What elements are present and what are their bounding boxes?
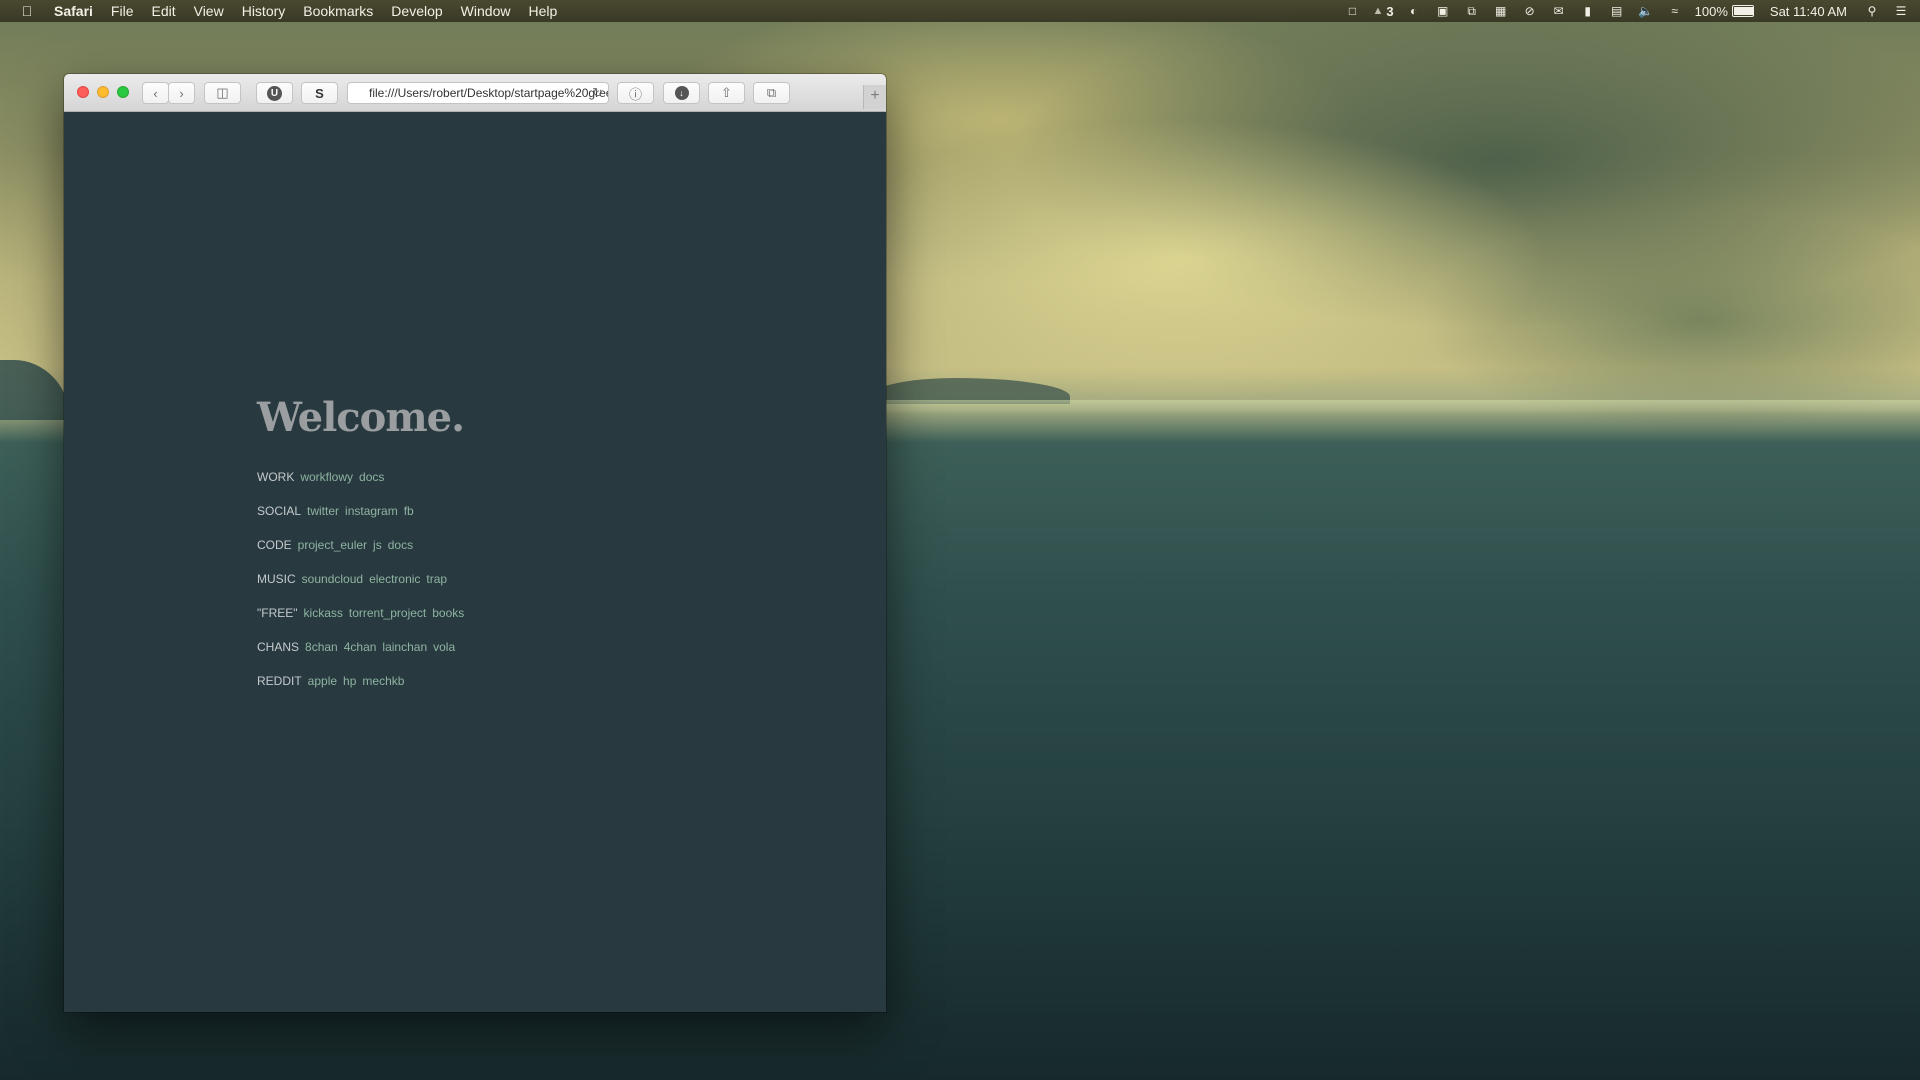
address-bar[interactable]: file:///Users/robert/Desktop/startpage%2… — [347, 82, 609, 104]
extension-s-icon: S — [315, 85, 324, 101]
do-not-disturb-icon[interactable]: ⊘ — [1521, 3, 1539, 19]
info-icon: ⓘ — [628, 86, 642, 102]
link-group-row: SOCIAL twitter instagram fb — [257, 504, 470, 538]
battery-percent[interactable]: 100% — [1695, 4, 1728, 19]
download-icon: ↓ — [674, 86, 689, 100]
bookmark-icon[interactable]: ▮ — [1579, 3, 1597, 19]
bookmark-link[interactable]: workflowy — [300, 470, 353, 484]
link-group-label: MUSIC — [257, 572, 296, 586]
volume-icon[interactable]: 🔈 — [1637, 3, 1655, 19]
bookmark-link[interactable]: project_euler — [298, 538, 367, 552]
wallpaper-horizon — [880, 400, 1920, 414]
link-group-label: WORK — [257, 470, 295, 484]
chevron-right-icon: › — [179, 85, 184, 101]
safari-window: ‹ › ◫ U S file:///Users/robert/Desktop/s… — [64, 74, 886, 1012]
menu-develop[interactable]: Develop — [391, 3, 442, 19]
link-group-label: CHANS — [257, 640, 300, 654]
link-group-row: WORK workflowy docs — [257, 470, 470, 504]
sidebar-icon: ◫ — [216, 85, 229, 100]
menu-help[interactable]: Help — [528, 3, 557, 19]
bookmark-link[interactable]: js — [373, 538, 382, 552]
browser-toolbar: ‹ › ◫ U S file:///Users/robert/Desktop/s… — [64, 74, 886, 112]
bookmark-link[interactable]: mechkb — [362, 674, 404, 688]
link-group-row: REDDIT apple hp mechkb — [257, 674, 470, 708]
bookmark-link[interactable]: electronic — [369, 572, 420, 586]
bookmark-link[interactable]: torrent_project — [349, 606, 426, 620]
link-group-label: SOCIAL — [257, 504, 302, 518]
forward-button[interactable]: › — [168, 82, 195, 104]
link-group-label: CODE — [257, 538, 292, 552]
layers-icon[interactable]: ⧉ — [1463, 3, 1481, 19]
clock[interactable]: Sat 11:40 AM — [1770, 4, 1847, 19]
extension-s-button[interactable]: S — [301, 82, 338, 104]
link-groups: WORK workflowy docs SOCIAL twitter instagram f… — [257, 470, 470, 708]
chevron-left-icon: ‹ — [153, 85, 158, 101]
messages-icon[interactable]: ✉ — [1550, 3, 1568, 19]
bookmark-link[interactable]: docs — [388, 538, 413, 552]
bookmark-link[interactable]: vola — [433, 640, 455, 654]
minimize-button[interactable] — [97, 86, 109, 98]
bookmark-link[interactable]: instagram — [345, 504, 398, 518]
notification-center-icon[interactable]: ☰ — [1892, 3, 1910, 19]
url-text: file:///Users/robert/Desktop/startpage%2… — [369, 86, 609, 100]
zoom-button[interactable] — [117, 86, 129, 98]
spotlight-search-icon[interactable]: ⚲ — [1863, 3, 1881, 19]
wifi-icon[interactable]: ≈ — [1666, 3, 1684, 19]
link-group-row: "FREE" kickass torrent_project books — [257, 606, 470, 640]
menu-edit[interactable]: Edit — [151, 3, 175, 19]
link-group-row: MUSIC soundcloud electronic trap — [257, 572, 470, 606]
bookmark-link[interactable]: lainchan — [382, 640, 427, 654]
bookmark-link[interactable]: 4chan — [344, 640, 377, 654]
bookmark-link[interactable]: 8chan — [305, 640, 338, 654]
tabs-icon: ⧉ — [766, 85, 777, 100]
menu-app-name[interactable]: Safari — [54, 3, 93, 19]
bookmark-link[interactable]: apple — [308, 674, 337, 688]
battery-icon[interactable] — [1731, 5, 1754, 17]
new-tab-button[interactable]: + — [863, 85, 886, 109]
bookmark-link[interactable]: docs — [359, 470, 384, 484]
menu-history[interactable]: History — [242, 3, 286, 19]
link-group-label: REDDIT — [257, 674, 302, 688]
bookmark-link[interactable]: hp — [343, 674, 356, 688]
battery-level-fill — [1733, 7, 1753, 15]
extension-u-button[interactable]: U — [256, 82, 293, 104]
link-group-row: CODE project_euler js docs — [257, 538, 470, 572]
bookmark-link[interactable]: fb — [404, 504, 414, 518]
bookmark-link[interactable]: twitter — [307, 504, 339, 518]
menu-bookmarks[interactable]: Bookmarks — [303, 3, 373, 19]
share-icon: ⇧ — [721, 85, 732, 100]
share-button[interactable]: ⇧ — [708, 82, 745, 104]
activity-icon[interactable]: ▲ 3 — [1373, 3, 1394, 19]
page-heading: Welcome. — [257, 394, 465, 441]
menu-file[interactable]: File — [111, 3, 134, 19]
time-machine-icon[interactable]: ◐ — [1405, 3, 1423, 19]
memory-icon[interactable]: ▤ — [1608, 3, 1626, 19]
close-button[interactable] — [77, 86, 89, 98]
reload-icon[interactable]: ↻ — [592, 83, 603, 103]
back-button[interactable]: ‹ — [142, 82, 169, 104]
bookmark-link[interactable]: books — [432, 606, 464, 620]
grid-icon[interactable]: ▦ — [1492, 3, 1510, 19]
link-group-label: "FREE" — [257, 606, 298, 620]
apple-icon[interactable]:  — [17, 3, 37, 19]
downloads-button[interactable]: ↓ — [663, 82, 700, 104]
wallpaper-hill — [0, 360, 70, 420]
badge-count: 3 — [1386, 3, 1394, 19]
reader-info-button[interactable]: ⓘ — [617, 82, 654, 104]
status-area: □ ▲ 3 ◐ ▣ ⧉ ▦ ⊘ ✉ ▮ ▤ 🔈 ≈ 100% Sat 11:40… — [1333, 0, 1910, 22]
menu-bar:  Safari File Edit View History Bookmark… — [0, 0, 1920, 22]
menu-window[interactable]: Window — [461, 3, 511, 19]
text-input-icon[interactable]: ▣ — [1434, 3, 1452, 19]
tabs-overview-button[interactable]: ⧉ — [753, 82, 790, 104]
extension-u-icon: U — [267, 85, 282, 101]
link-group-row: CHANS 8chan 4chan lainchan vola — [257, 640, 470, 674]
window-icon[interactable]: □ — [1344, 3, 1362, 19]
bookmark-link[interactable]: soundcloud — [302, 572, 363, 586]
bookmark-link[interactable]: trap — [426, 572, 447, 586]
sidebar-button[interactable]: ◫ — [204, 82, 241, 104]
bookmark-link[interactable]: kickass — [304, 606, 343, 620]
page-content: Welcome. WORK workflowy docs SOCIAL twitter i… — [64, 112, 886, 1012]
menu-view[interactable]: View — [194, 3, 224, 19]
